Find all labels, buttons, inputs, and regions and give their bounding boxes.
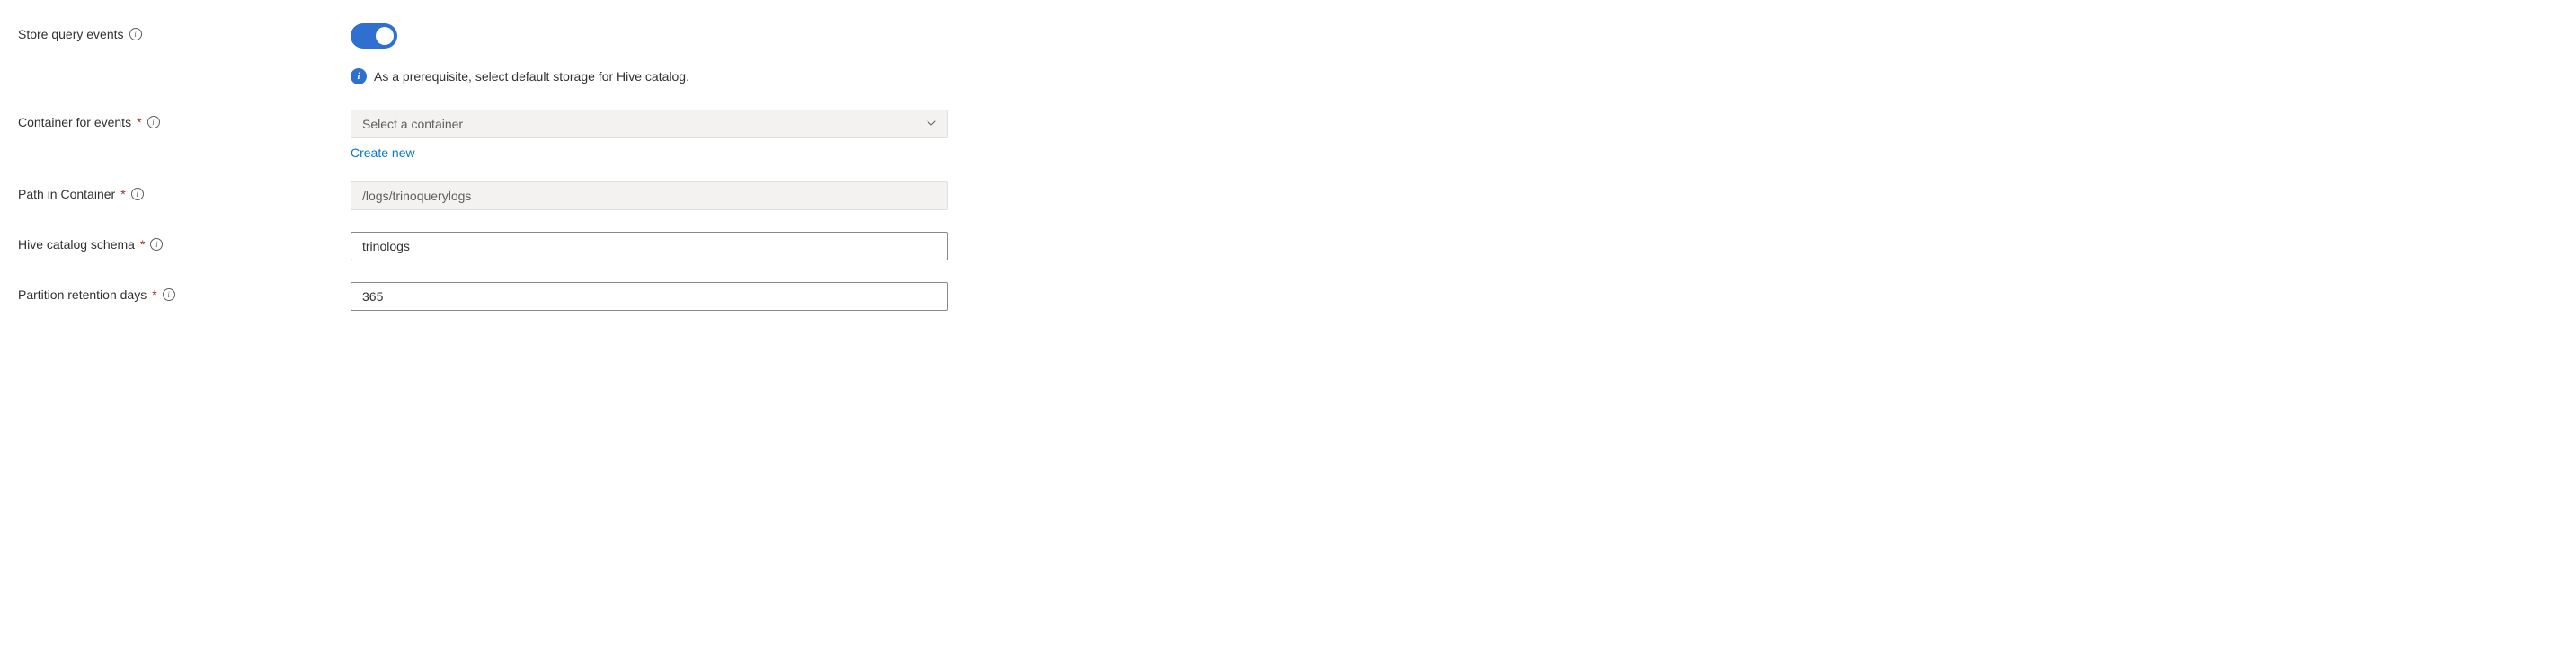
- control-container-for-events: Select a container Create new: [351, 110, 948, 160]
- info-icon[interactable]: i: [150, 238, 163, 251]
- info-icon[interactable]: i: [147, 116, 160, 128]
- label-text: Container for events: [18, 115, 131, 129]
- row-container-for-events: Container for events * i Select a contai…: [18, 110, 2558, 160]
- info-icon[interactable]: i: [163, 288, 175, 301]
- row-partition-retention-days: Partition retention days * i: [18, 282, 2558, 311]
- path-value: /logs/trinoquerylogs: [362, 189, 471, 203]
- row-path-in-container: Path in Container * i /logs/trinoquerylo…: [18, 181, 2558, 210]
- label-hive-catalog-schema: Hive catalog schema * i: [18, 232, 351, 252]
- label-text: Path in Container: [18, 187, 115, 201]
- select-container[interactable]: Select a container: [351, 110, 948, 138]
- row-store-query-events: Store query events i i As a prerequisite…: [18, 22, 2558, 84]
- toggle-knob: [376, 27, 394, 45]
- chevron-down-icon: [926, 117, 937, 131]
- required-mark: *: [137, 115, 141, 129]
- control-path-in-container: /logs/trinoquerylogs: [351, 181, 948, 210]
- required-mark: *: [140, 237, 145, 252]
- label-store-query-events: Store query events i: [18, 22, 351, 41]
- label-text: Partition retention days: [18, 287, 147, 302]
- label-text: Hive catalog schema: [18, 237, 135, 252]
- input-partition-retention-days[interactable]: [351, 282, 948, 311]
- toggle-store-query-events[interactable]: [351, 23, 397, 49]
- link-create-new[interactable]: Create new: [351, 146, 415, 160]
- prerequisite-text: As a prerequisite, select default storag…: [374, 69, 689, 84]
- control-hive-catalog-schema: [351, 232, 948, 260]
- path-readonly-field: /logs/trinoquerylogs: [351, 181, 948, 210]
- label-container-for-events: Container for events * i: [18, 110, 351, 129]
- label-partition-retention-days: Partition retention days * i: [18, 282, 351, 302]
- info-icon[interactable]: i: [129, 28, 142, 40]
- input-hive-catalog-schema[interactable]: [351, 232, 948, 260]
- label-path-in-container: Path in Container * i: [18, 181, 351, 201]
- prerequisite-message: i As a prerequisite, select default stor…: [351, 68, 948, 84]
- info-icon[interactable]: i: [131, 188, 144, 200]
- control-partition-retention-days: [351, 282, 948, 311]
- row-hive-catalog-schema: Hive catalog schema * i: [18, 232, 2558, 260]
- required-mark: *: [152, 287, 156, 302]
- select-placeholder: Select a container: [362, 117, 463, 131]
- required-mark: *: [120, 187, 125, 201]
- info-badge-icon: i: [351, 68, 367, 84]
- control-store-query-events: i As a prerequisite, select default stor…: [351, 22, 948, 84]
- label-text: Store query events: [18, 27, 124, 41]
